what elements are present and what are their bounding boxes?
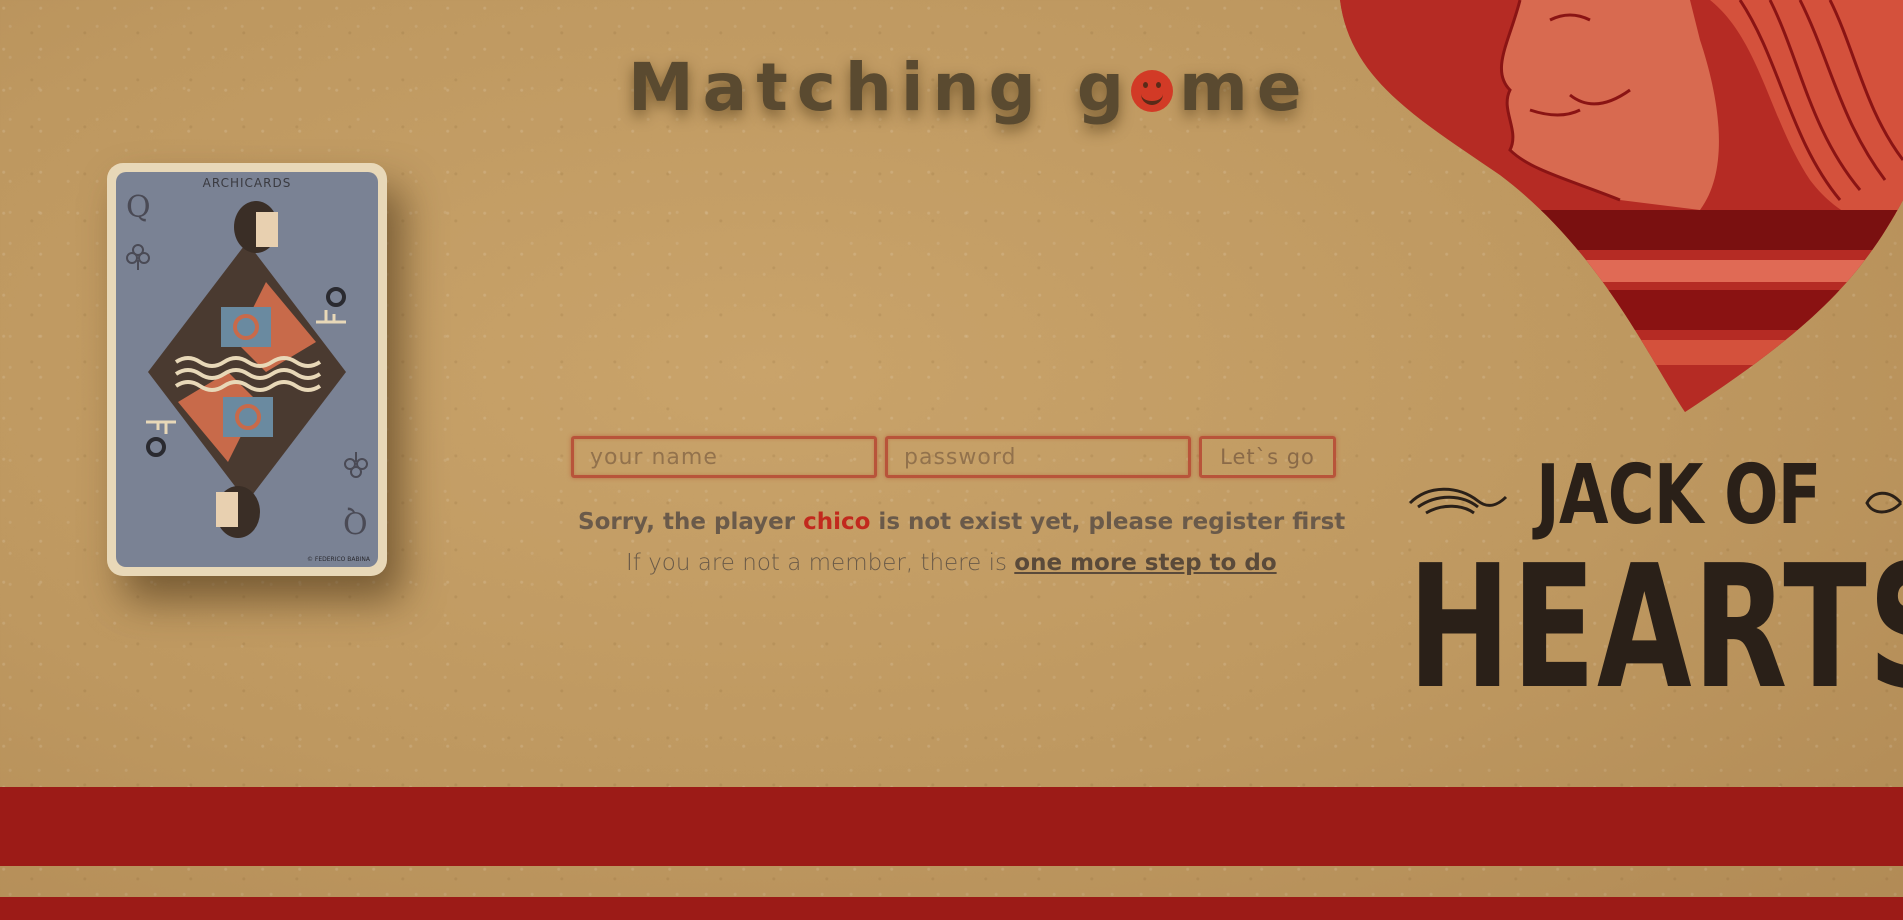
card-face: ARCHICARDS Q Q © FEDERICO BABINA — [116, 172, 378, 567]
error-message: Sorry, the player chico is not exist yet… — [578, 509, 1345, 535]
page-title: Matching g me — [628, 55, 1311, 121]
name-input[interactable] — [571, 436, 877, 478]
flourish-right-icon — [1865, 491, 1903, 514]
hearts-text: HEARTS — [1408, 529, 1903, 727]
jack-of-hearts-art — [1340, 0, 1903, 420]
jack-portrait-illustration — [1340, 0, 1903, 412]
register-text: If you are not a member, there is — [626, 550, 1015, 576]
player-name: chico — [803, 509, 871, 535]
bottom-stripe-wide — [0, 787, 1903, 866]
card-credit: © FEDERICO BABINA — [306, 556, 370, 563]
error-prefix: Sorry, the player — [578, 509, 804, 535]
queen-of-clubs-card: ARCHICARDS Q Q © FEDERICO BABINA — [107, 163, 387, 576]
jack-of-text: JACK OF — [1536, 448, 1821, 543]
title-part-1: Matching g — [628, 49, 1133, 126]
register-prompt: If you are not a member, there is one mo… — [626, 550, 1277, 576]
password-input[interactable] — [885, 436, 1191, 478]
smiley-face-icon — [1130, 70, 1173, 112]
register-link[interactable]: one more step to do — [1014, 550, 1276, 576]
queen-illustration — [126, 201, 368, 538]
lets-go-button[interactable]: Let`s go — [1199, 436, 1336, 478]
title-part-2: me — [1178, 49, 1311, 126]
bottom-stripe-thin — [0, 897, 1903, 920]
flourish-left-icon — [1408, 487, 1508, 515]
error-suffix: is not exist yet, please register first — [870, 509, 1346, 535]
